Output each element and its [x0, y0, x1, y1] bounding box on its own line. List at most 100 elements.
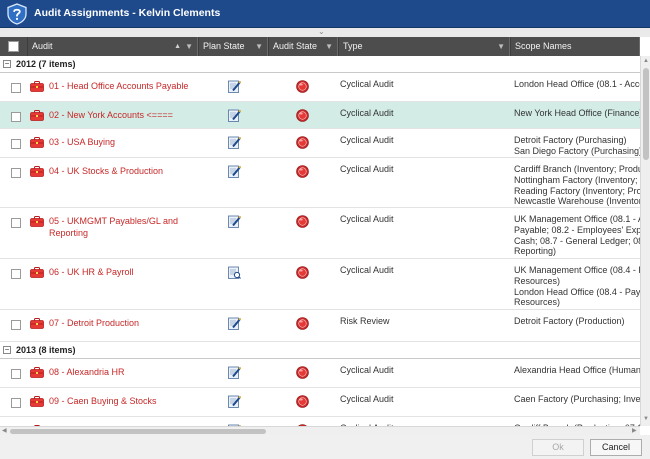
plan-edit-icon[interactable]	[228, 366, 242, 379]
briefcase-icon	[30, 216, 44, 227]
scope-names: UK Management Office (08.1 - Ac Payable;…	[514, 214, 640, 257]
scroll-down-icon[interactable]: ▼	[643, 416, 649, 422]
horizontal-scrollbar[interactable]: ◀ ▶	[0, 426, 640, 435]
table-row[interactable]: 01 - Head Office Accounts Payable Cyclica…	[0, 73, 640, 102]
column-header-audit[interactable]: Audit ▲ ▼	[27, 37, 198, 56]
table-row[interactable]: 07 - Detroit Production Risk Review Detroi…	[0, 310, 640, 342]
audit-type: Cyclical Audit	[340, 394, 394, 404]
audit-state-icon	[296, 165, 309, 178]
audit-state-icon	[296, 80, 309, 93]
scope-names: London Head Office (08.1 - Accou	[514, 79, 640, 89]
row-checkbox[interactable]	[11, 112, 21, 122]
collapse-group-icon[interactable]: −	[3, 60, 11, 68]
audit-name-link[interactable]: 07 - Detroit Production	[49, 317, 189, 329]
audit-name-link[interactable]: 03 - USA Buying	[49, 136, 189, 148]
table-row[interactable]: Cyclical AuditCardiff Branch (Production…	[0, 417, 640, 426]
audit-type: Cyclical Audit	[340, 164, 394, 174]
scrollbar-thumb[interactable]	[643, 68, 649, 160]
audit-state-icon	[296, 366, 309, 379]
scrollbar-thumb[interactable]	[10, 429, 266, 434]
row-checkbox[interactable]	[11, 168, 21, 178]
audit-state-icon	[296, 395, 309, 408]
chevron-down-icon[interactable]: ⌄	[318, 27, 325, 36]
table-row[interactable]: 09 - Caen Buying & Stocks Cyclical Audit C…	[0, 388, 640, 417]
grid-header: Audit ▲ ▼ Plan State ▼ Audit State ▼ Typ…	[0, 37, 640, 56]
column-header-label: Audit State	[273, 41, 318, 51]
window-title: Audit Assignments - Kelvin Clements	[34, 7, 221, 19]
row-checkbox[interactable]	[11, 139, 21, 149]
audit-name-link[interactable]: 09 - Caen Buying & Stocks	[49, 395, 189, 407]
audit-state-icon	[296, 317, 309, 330]
column-header-label: Type	[343, 41, 363, 51]
table-row[interactable]: 05 - UKMGMT Payables/GL and Reporting Cyc…	[0, 208, 640, 259]
briefcase-icon	[30, 137, 44, 148]
scope-names: UK Management Office (08.4 - Pay Resourc…	[514, 265, 640, 308]
row-checkbox[interactable]	[11, 269, 21, 279]
audit-type: Cyclical Audit	[340, 214, 394, 224]
app-shield-icon	[7, 3, 27, 25]
dialog-footer: Ok Cancel	[0, 435, 650, 459]
plan-edit-icon[interactable]	[228, 215, 242, 228]
audit-name-link[interactable]: 08 - Alexandria HR	[49, 366, 189, 378]
scroll-up-icon[interactable]: ▲	[643, 58, 649, 64]
scope-names: Caen Factory (Purchasing; Invento	[514, 394, 640, 404]
collapse-group-icon[interactable]: −	[3, 346, 11, 354]
row-checkbox[interactable]	[11, 218, 21, 228]
scroll-left-icon[interactable]: ◀	[2, 427, 7, 434]
audit-name-link[interactable]: 05 - UKMGMT Payables/GL and Reporting	[49, 215, 189, 239]
audit-name-link[interactable]: 06 - UK HR & Payroll	[49, 266, 189, 278]
table-row[interactable]: 08 - Alexandria HR Cyclical Audit Alexandr…	[0, 359, 640, 388]
plan-edit-icon[interactable]	[228, 395, 242, 408]
vertical-scrollbar[interactable]: ▲ ▼	[640, 56, 650, 426]
table-row[interactable]: 06 - UK HR & Payroll Cyclical Audit UK Man…	[0, 259, 640, 310]
plan-review-icon[interactable]	[228, 266, 241, 279]
audit-name-link[interactable]: 04 - UK Stocks & Production	[49, 165, 189, 177]
column-header-scope-names[interactable]: Scope Names	[510, 37, 640, 56]
group-label: 2012 (7 items)	[16, 59, 76, 69]
briefcase-icon	[30, 267, 44, 278]
collapse-panel-bar[interactable]: ⌄	[0, 27, 650, 37]
filter-icon[interactable]: ▼	[185, 37, 193, 56]
plan-edit-icon[interactable]	[228, 109, 242, 122]
plan-edit-icon[interactable]	[228, 165, 242, 178]
column-header-audit-state[interactable]: Audit State ▼	[268, 37, 338, 56]
audit-type: Cyclical Audit	[340, 135, 394, 145]
row-checkbox[interactable]	[11, 320, 21, 330]
row-checkbox[interactable]	[11, 398, 21, 408]
filter-icon[interactable]: ▼	[497, 37, 505, 56]
briefcase-icon	[30, 367, 44, 378]
scroll-right-icon[interactable]: ▶	[632, 427, 637, 434]
cancel-button[interactable]: Cancel	[590, 439, 642, 456]
briefcase-icon	[30, 318, 44, 329]
audit-grid: − 2012 (7 items) − 2013 (8 items) 01 - H…	[0, 56, 640, 426]
sort-ascending-icon[interactable]: ▲	[174, 37, 181, 56]
row-checkbox[interactable]	[11, 83, 21, 93]
table-row[interactable]: 02 - New York Accounts <==== Cyclical Aud…	[0, 102, 640, 129]
group-row-2013[interactable]: − 2013 (8 items)	[0, 342, 640, 359]
scope-names: Alexandria Head Office (Human R	[514, 365, 640, 375]
column-header-type[interactable]: Type ▼	[338, 37, 510, 56]
audit-state-icon	[296, 266, 309, 279]
audit-name-link[interactable]: 02 - New York Accounts <====	[49, 109, 189, 121]
select-all-checkbox[interactable]	[8, 41, 19, 52]
filter-icon[interactable]: ▼	[255, 37, 263, 56]
briefcase-icon	[30, 81, 44, 92]
table-row[interactable]: 04 - UK Stocks & Production Cyclical Audi…	[0, 158, 640, 208]
audit-type: Risk Review	[340, 316, 390, 326]
group-label: 2013 (8 items)	[16, 345, 76, 355]
plan-edit-icon[interactable]	[228, 317, 242, 330]
filter-icon[interactable]: ▼	[325, 37, 333, 56]
table-row[interactable]: 03 - USA Buying Cyclical Audit Detroit Fac…	[0, 129, 640, 158]
audit-type: Cyclical Audit	[340, 79, 394, 89]
group-row-2012[interactable]: − 2012 (7 items)	[0, 56, 640, 73]
plan-edit-icon[interactable]	[228, 136, 242, 149]
row-checkbox[interactable]	[11, 369, 21, 379]
column-header-label: Scope Names	[515, 41, 572, 51]
audit-state-icon	[296, 109, 309, 122]
column-header-label: Audit	[32, 41, 53, 51]
ok-button[interactable]: Ok	[532, 439, 584, 456]
audit-name-link[interactable]: 01 - Head Office Accounts Payable	[49, 80, 189, 92]
briefcase-icon	[30, 110, 44, 121]
plan-edit-icon[interactable]	[228, 80, 242, 93]
column-header-plan-state[interactable]: Plan State ▼	[198, 37, 268, 56]
